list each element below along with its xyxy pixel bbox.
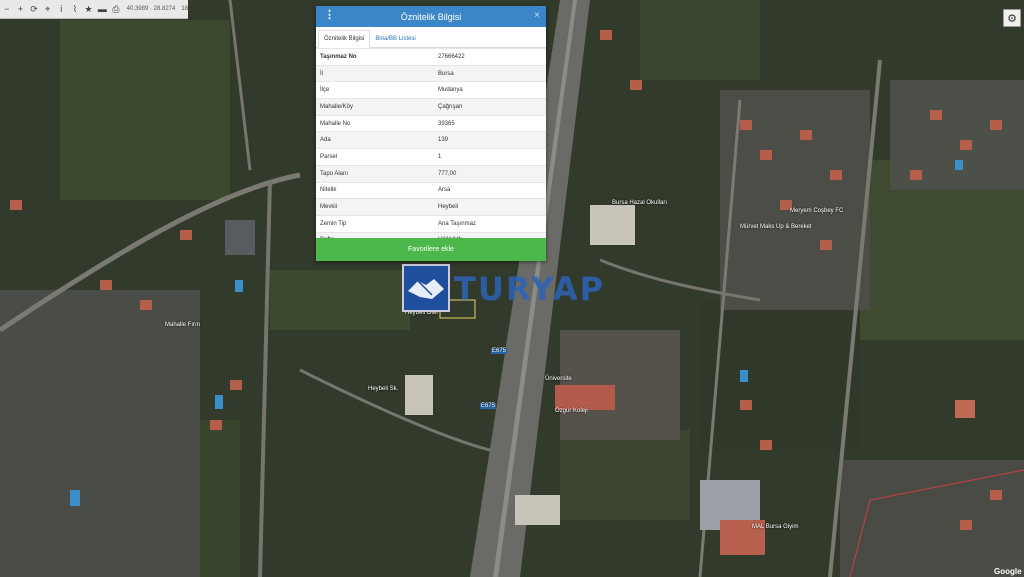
map-label-meryem: Meryem Coşbey FC (790, 208, 844, 214)
table-row: Mevkii Heybeli (316, 198, 546, 216)
attribute-key: Ada (316, 131, 434, 149)
star-icon[interactable]: ★ (82, 0, 96, 18)
dialog-header: ⋮ Öznitelik Bilgisi × (316, 6, 546, 27)
print-icon[interactable]: ⎙ (109, 0, 123, 18)
attribute-key: Zemin Tip (316, 214, 434, 233)
attribute-value: 1 (434, 148, 546, 166)
table-row: Mahalle/Köy Çağrışan (316, 98, 546, 116)
attribute-value: 777,00 (434, 164, 546, 182)
attribute-value: 27666422 (434, 48, 546, 66)
map-label-road-e675-b: E675 (480, 403, 497, 409)
refresh-icon[interactable]: ⟳ (27, 0, 41, 18)
attribute-value: Mudanya (434, 81, 546, 99)
coordinate-readout: 40.3989 · 28.8274 (126, 6, 176, 12)
attribute-value: Bursa (434, 64, 546, 82)
handshake-logo-icon (402, 264, 450, 312)
map-label-mahalle: Mahalle Fırın (165, 322, 201, 328)
map-label-heybeli-sok: Heybeli Sk. (368, 386, 399, 392)
attribute-key: İl (316, 64, 434, 82)
attribute-key: İlçe (316, 81, 434, 99)
map-toolbar: − + ⟳ ⌖ ⅰ ⌇ ★ ▬ ⎙ 40.3989 · 28.8274 18 (0, 0, 188, 19)
table-row: Nitelik Arsa (316, 181, 546, 199)
attribute-value: 39365 (434, 114, 546, 132)
dialog-tabs: Öznitelik Bilgisi Bina/BB Listesi (316, 27, 546, 48)
table-row: İl Bursa (316, 64, 546, 82)
table-row: Ada 139 (316, 131, 546, 149)
menu-icon[interactable]: ⋮ (324, 10, 335, 21)
watermark: TURYAP (402, 264, 624, 314)
add-favorite-button[interactable]: Favorilere ekle (316, 238, 546, 261)
measure-icon[interactable]: ⌇ (68, 0, 82, 18)
map-label-uni: Üniversite (545, 376, 572, 382)
map-label-school: Bursa Hazal Okulları (612, 200, 668, 206)
zoom-out-icon[interactable]: − (0, 0, 14, 18)
attribute-dialog: ⋮ Öznitelik Bilgisi × Öznitelik Bilgisi … (316, 6, 546, 261)
locate-icon[interactable]: ⌖ (41, 0, 55, 18)
attribute-key: Nitelik (316, 181, 434, 199)
zoom-in-icon[interactable]: + (14, 0, 28, 18)
table-row: İlçe Mudanya (316, 81, 546, 99)
attribute-key: Mahalle No (316, 114, 434, 132)
map-label-market: Mürvet Maks Up & Bereket (740, 224, 812, 230)
zoom-level: 18 (181, 6, 189, 12)
info-icon[interactable]: ⅰ (55, 0, 69, 18)
attribute-table: Taşınmaz No 27666422 İl Bursa İlçe Mudanya Mah… (316, 48, 546, 249)
attribute-key: Tapu Alanı (316, 164, 434, 182)
gear-icon[interactable]: ⚙ (1003, 9, 1021, 27)
minus-icon[interactable]: ▬ (95, 0, 109, 18)
attribute-key: Parsel (316, 148, 434, 166)
attribute-value: Heybeli (434, 198, 546, 216)
attribute-key: Mevkii (316, 198, 434, 216)
dialog-title: Öznitelik Bilgisi (400, 11, 462, 22)
close-icon[interactable]: × (534, 10, 540, 21)
table-row: Parsel 1 (316, 148, 546, 166)
map-label-road-e675-a: E675 (491, 348, 508, 354)
tab-building-list[interactable]: Bina/BB Listesi (370, 31, 420, 47)
attribute-value: Ana Taşınmaz (434, 214, 546, 233)
table-row: Taşınmaz No 27666422 (316, 48, 546, 66)
attribute-value: Arsa (434, 181, 546, 199)
attribute-value: Çağrışan (434, 98, 546, 116)
google-logo: Google (994, 567, 1022, 576)
map-label-mal: MAL Bursa Giyim (752, 524, 799, 530)
table-row: Mahalle No 39365 (316, 114, 546, 132)
tab-attributes[interactable]: Öznitelik Bilgisi (318, 30, 371, 48)
table-row: Zemin Tip Ana Taşınmaz (316, 214, 546, 233)
attribute-key: Mahalle/Köy (316, 98, 434, 116)
watermark-text: TURYAP (454, 270, 606, 308)
attribute-value: 139 (434, 131, 546, 149)
map-label-ozgur: Özgür Koleji (555, 408, 588, 414)
attribute-key: Taşınmaz No (316, 48, 434, 66)
table-row: Tapu Alanı 777,00 (316, 164, 546, 182)
